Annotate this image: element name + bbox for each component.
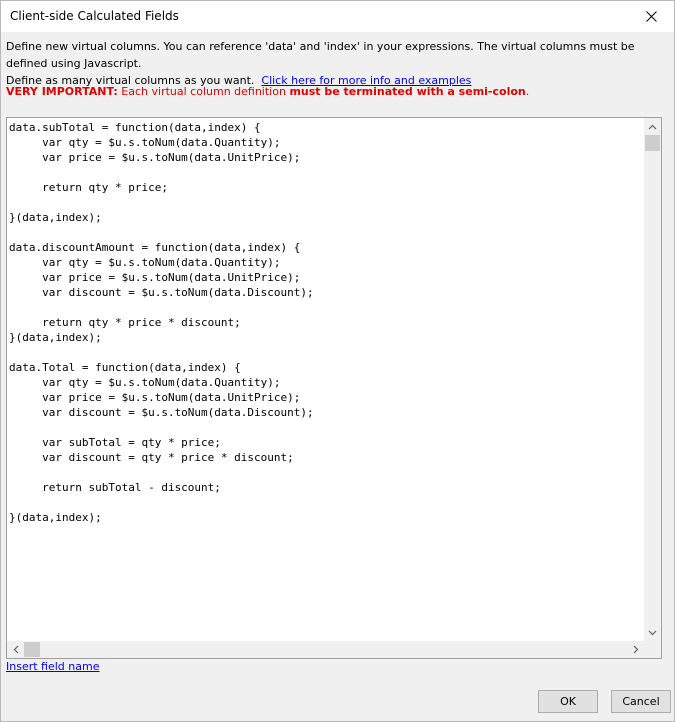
code-text[interactable]: data.subTotal = function(data,index) { v… <box>9 120 641 638</box>
title-bar: Client-side Calculated Fields <box>1 1 674 32</box>
scroll-down-button[interactable] <box>644 624 661 641</box>
horizontal-scroll-thumb[interactable] <box>24 642 40 657</box>
close-icon <box>645 11 657 22</box>
chevron-down-icon <box>648 630 657 635</box>
window-title: Client-side Calculated Fields <box>10 9 179 23</box>
scroll-up-button[interactable] <box>644 118 661 135</box>
description-line-1: Define new virtual columns. You can refe… <box>6 40 635 70</box>
ok-button[interactable]: OK <box>538 690 598 713</box>
scroll-left-button[interactable] <box>7 641 24 658</box>
important-end: . <box>525 85 530 98</box>
chevron-left-icon <box>13 645 18 654</box>
horizontal-scrollbar[interactable] <box>7 641 644 658</box>
important-label: VERY IMPORTANT: <box>6 85 118 98</box>
important-emphasis: must be terminated with a semi-colon <box>289 85 526 98</box>
close-button[interactable] <box>628 1 674 32</box>
insert-field-name-link[interactable]: Insert field name <box>6 660 99 673</box>
chevron-up-icon <box>648 124 657 129</box>
dialog-window: Client-side Calculated Fields Define new… <box>0 0 675 722</box>
important-note: VERY IMPORTANT: Each virtual column defi… <box>6 85 529 98</box>
vertical-scrollbar[interactable] <box>644 118 661 641</box>
scroll-right-button[interactable] <box>627 641 644 658</box>
code-editor[interactable]: data.subTotal = function(data,index) { v… <box>6 117 662 659</box>
description: Define new virtual columns. You can refe… <box>6 38 671 89</box>
vertical-scroll-thumb[interactable] <box>645 135 660 151</box>
chevron-right-icon <box>633 645 638 654</box>
scrollbar-corner <box>644 641 661 658</box>
important-text: Each virtual column definition <box>117 85 290 98</box>
cancel-button[interactable]: Cancel <box>611 690 671 713</box>
